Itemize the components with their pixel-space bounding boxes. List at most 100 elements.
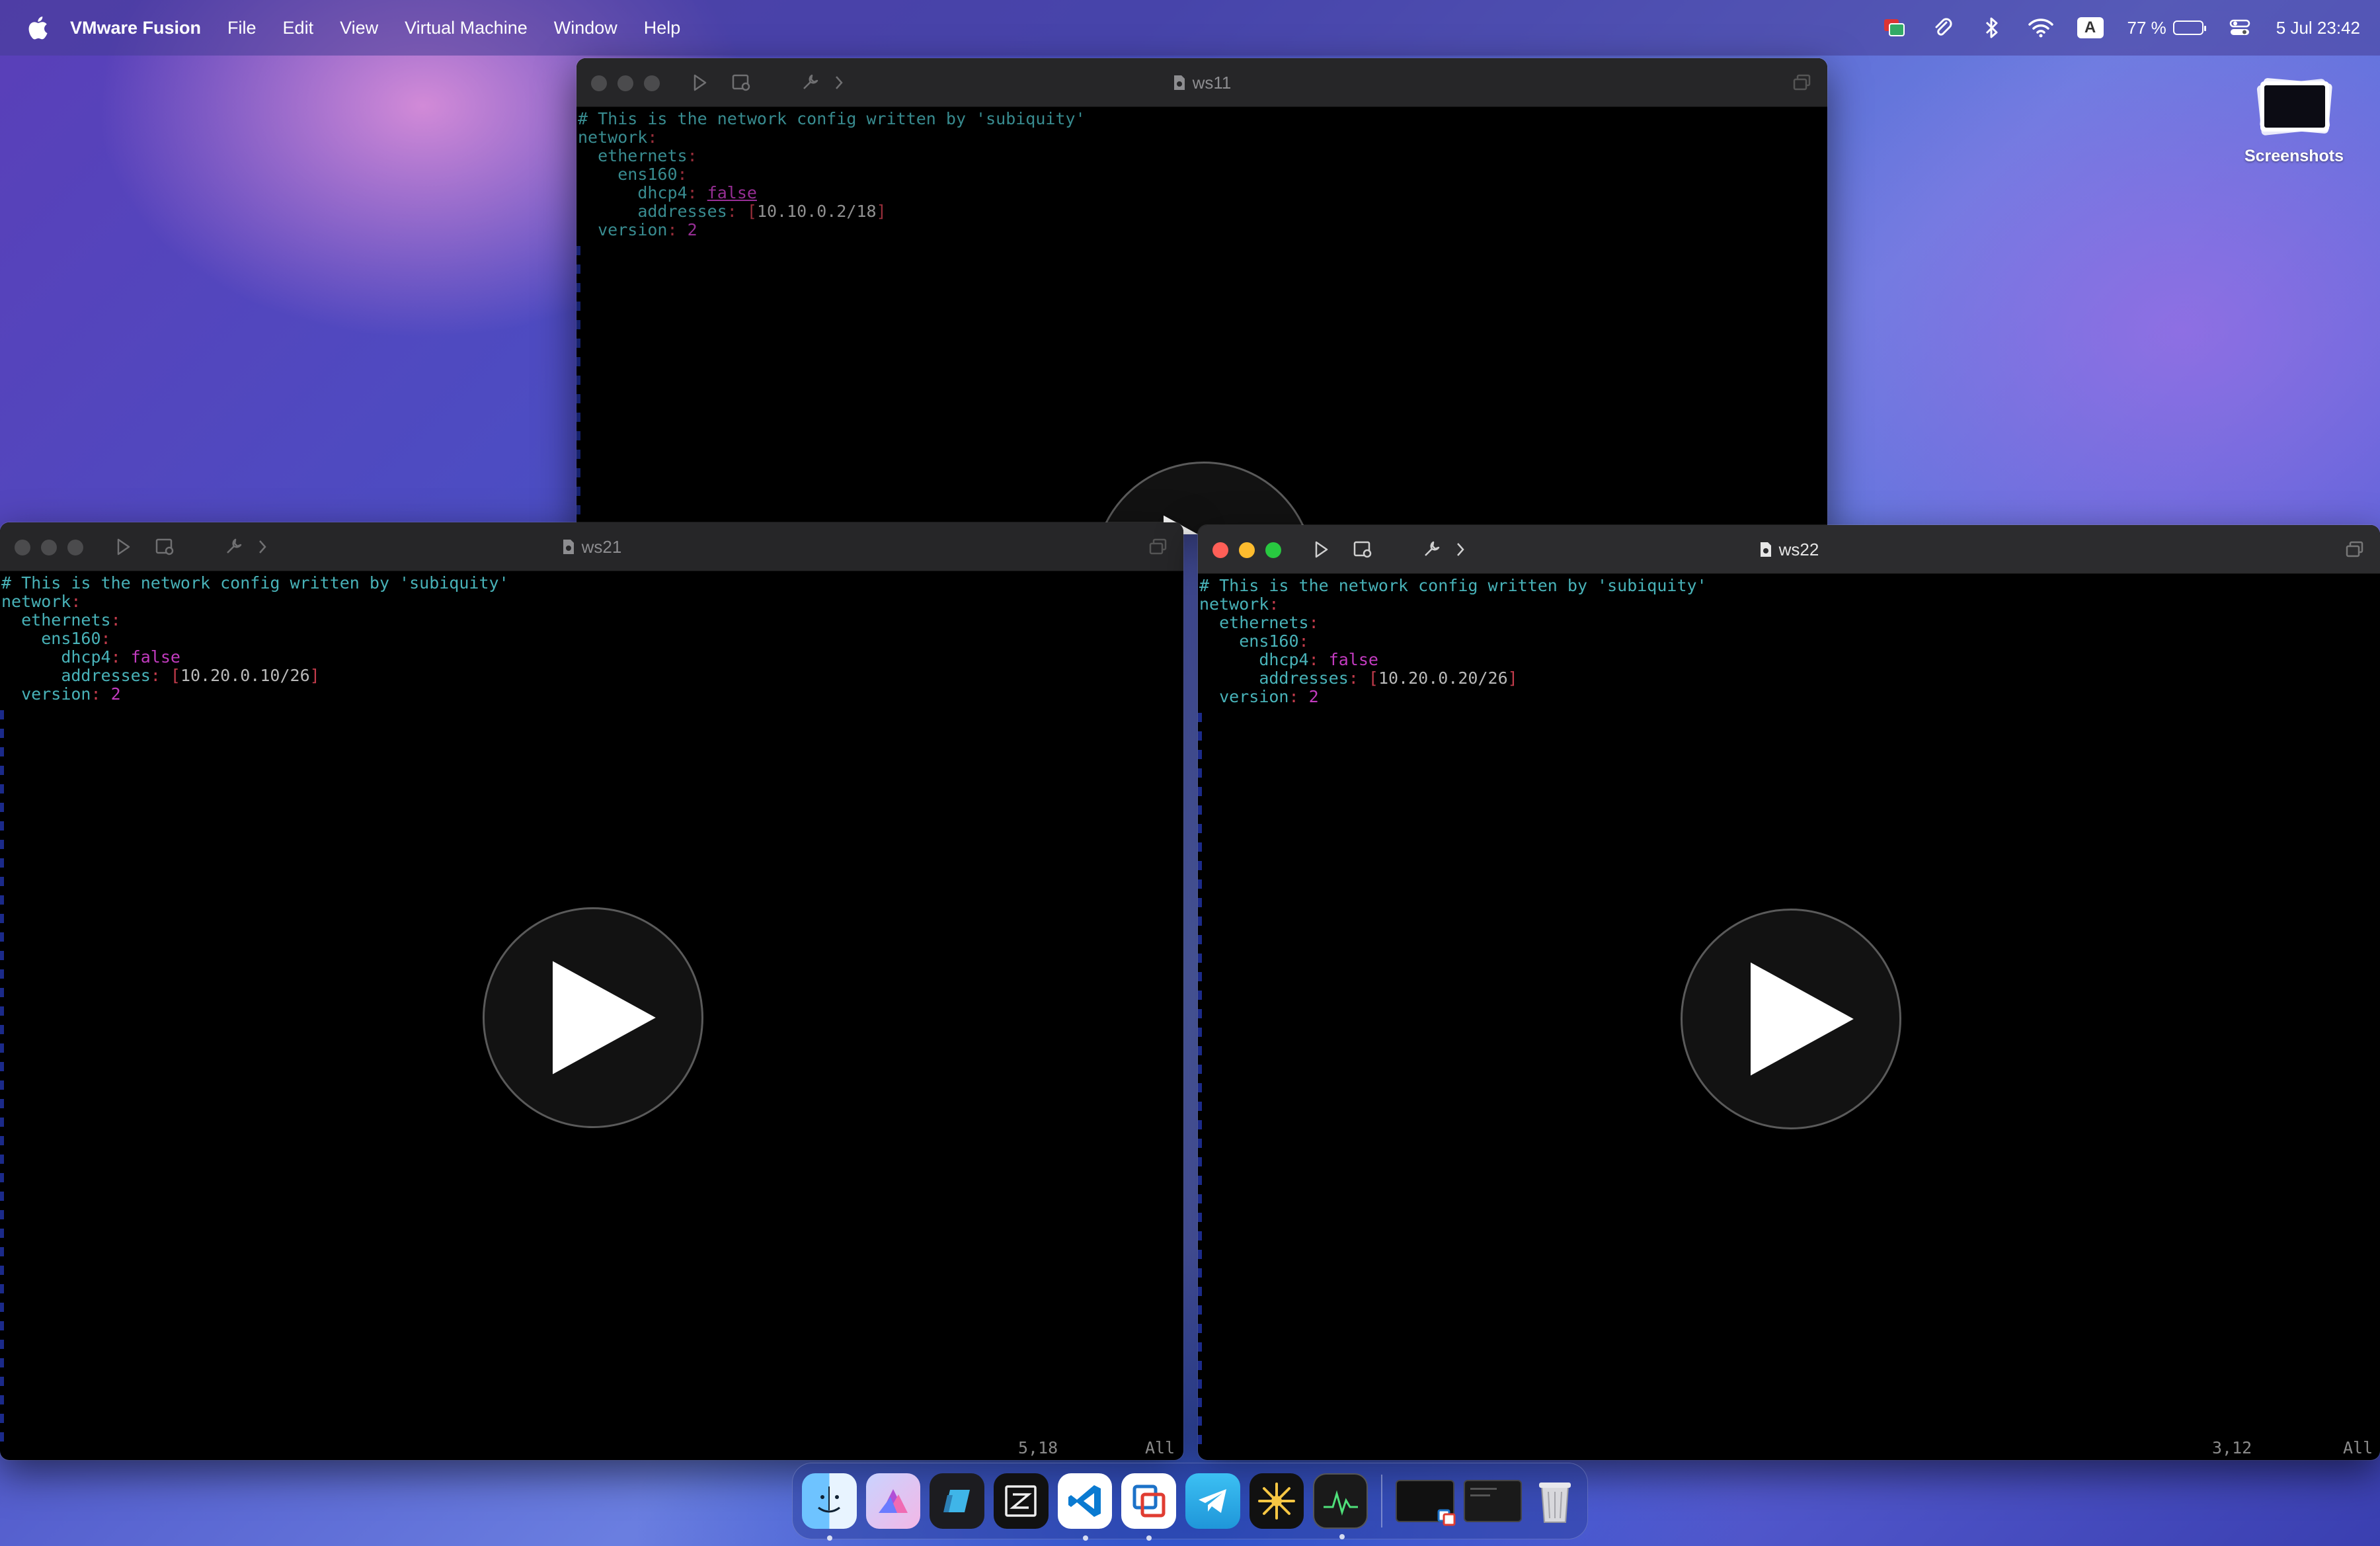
desktop-icon-label: Screenshots <box>2244 147 2344 165</box>
sparkle-icon[interactable] <box>1249 1473 1304 1529</box>
vm-window-ws11[interactable]: ws11 # This is the network config writte… <box>576 58 1827 534</box>
zoom-button[interactable] <box>644 75 660 91</box>
status-area: A 77 % 5 Jul 23:42 <box>1882 0 2360 56</box>
apple-menu-icon[interactable] <box>25 15 49 41</box>
trash-icon[interactable] <box>1531 1473 1578 1529</box>
minimize-button[interactable] <box>617 75 633 91</box>
screen-mirror-icon[interactable] <box>1882 15 1907 40</box>
affinity-icon[interactable] <box>865 1473 921 1529</box>
value-dhcp4: false <box>707 183 757 202</box>
console-line: network: <box>578 128 658 147</box>
snapshot-icon[interactable] <box>153 536 176 558</box>
resume-vm-button[interactable] <box>1681 909 1901 1129</box>
menu-window[interactable]: Window <box>554 18 617 38</box>
key-network: network <box>578 128 648 147</box>
window-controls <box>1212 542 1281 558</box>
vim-scroll-position: All <box>1145 1438 1175 1457</box>
key-ethernets: ethernets <box>21 610 111 630</box>
clock[interactable]: 5 Jul 23:42 <box>2276 18 2360 38</box>
vim-tilde-column <box>576 246 580 524</box>
zed-icon[interactable] <box>993 1473 1049 1529</box>
menu-bar: VMware Fusion File Edit View Virtual Mac… <box>0 0 2380 56</box>
vm-window-ws21[interactable]: ws21 # This is the network config writte… <box>0 522 1183 1460</box>
settings-wrench-icon[interactable] <box>799 71 821 94</box>
finder-icon[interactable] <box>802 1473 857 1541</box>
chevron-right-icon[interactable] <box>1449 538 1472 561</box>
key-addresses: addresses <box>1259 669 1349 688</box>
menu-help[interactable]: Help <box>644 18 681 38</box>
resume-vm-button[interactable] <box>483 907 703 1128</box>
console-line: addresses: [10.20.0.20/26] <box>1259 669 1518 688</box>
vmware-icon[interactable] <box>1121 1473 1176 1541</box>
key-addresses: addresses <box>61 666 151 685</box>
restore-icon[interactable] <box>2346 541 2364 558</box>
battery-icon <box>2172 20 2206 35</box>
vim-tilde-column <box>0 710 4 1444</box>
minimize-button[interactable] <box>41 540 57 555</box>
minimize-button[interactable] <box>1239 542 1255 558</box>
console-line: # This is the network config written by … <box>1199 577 2380 595</box>
chevron-right-icon[interactable] <box>828 71 850 94</box>
snapshot-icon[interactable] <box>1351 538 1374 561</box>
menu-view[interactable]: View <box>340 18 378 38</box>
close-button[interactable] <box>591 75 607 91</box>
toolbar <box>1310 538 1472 561</box>
console-line: addresses: [10.10.0.2/18] <box>637 202 887 221</box>
restore-icon[interactable] <box>1149 538 1168 555</box>
play-icon[interactable] <box>112 536 135 558</box>
key-dhcp4: dhcp4 <box>1259 650 1309 669</box>
chevron-right-icon[interactable] <box>251 536 274 558</box>
titlebar[interactable]: ws22 <box>1198 525 2380 574</box>
key-interface: ens160 <box>41 629 101 648</box>
close-button[interactable] <box>15 540 30 555</box>
bluetooth-icon[interactable] <box>1979 15 2004 40</box>
battery-status[interactable]: 77 % <box>2127 18 2206 38</box>
menu-edit[interactable]: Edit <box>283 18 314 38</box>
dock-separator <box>1380 1475 1382 1527</box>
menu-app-name[interactable]: VMware Fusion <box>70 18 201 38</box>
restore-icon[interactable] <box>1793 74 1811 91</box>
vscode-icon[interactable] <box>1057 1473 1113 1541</box>
value-dhcp4: false <box>1328 650 1378 669</box>
key-interface: ens160 <box>1239 631 1299 651</box>
value-dhcp4: false <box>130 647 180 667</box>
close-button[interactable] <box>1212 542 1228 558</box>
control-center-icon[interactable] <box>2227 15 2252 40</box>
menu-virtual-machine[interactable]: Virtual Machine <box>405 18 528 38</box>
settings-wrench-icon[interactable] <box>222 536 245 558</box>
ws-thumb-1[interactable] <box>1395 1480 1456 1526</box>
play-icon <box>553 961 656 1075</box>
settings-wrench-icon[interactable] <box>1420 538 1443 561</box>
console-line: ethernets: <box>1219 613 1319 632</box>
vim-tilde-column <box>1198 713 1202 1447</box>
snapshot-icon[interactable] <box>730 71 752 94</box>
play-icon[interactable] <box>689 71 711 94</box>
input-source-badge[interactable]: A <box>2077 17 2104 38</box>
value-version: 2 <box>687 220 697 239</box>
paperclip-icon[interactable] <box>1930 15 1956 40</box>
vm-window-ws22[interactable]: ws22 # This is the network config writte… <box>1198 525 2380 1460</box>
titlebar[interactable]: ws21 <box>0 522 1183 571</box>
vm-document-icon <box>563 540 574 554</box>
zoom-button[interactable] <box>67 540 83 555</box>
wifi-icon[interactable] <box>2028 15 2053 40</box>
files-icon[interactable] <box>930 1473 984 1529</box>
console-line: version: 2 <box>1219 687 1319 706</box>
key-network: network <box>1 592 71 611</box>
config-comment: # This is the network config written by … <box>1199 576 1707 595</box>
menu-file[interactable]: File <box>227 18 257 38</box>
console-line: # This is the network config written by … <box>1 574 1183 592</box>
console-line: addresses: [10.20.0.10/26] <box>61 666 320 685</box>
titlebar[interactable]: ws11 <box>576 58 1827 107</box>
console-line: version: 2 <box>598 220 697 239</box>
desktop-folder-screenshots[interactable]: Screenshots <box>2235 77 2354 166</box>
config-comment: # This is the network config written by … <box>1 573 509 592</box>
play-icon[interactable] <box>1310 538 1333 561</box>
value-version: 2 <box>1308 687 1319 706</box>
telegram-icon[interactable] <box>1185 1473 1240 1529</box>
console-line: ethernets: <box>21 610 121 630</box>
activity-monitor-icon[interactable] <box>1313 1473 1368 1539</box>
ws-thumb-2[interactable] <box>1463 1480 1523 1522</box>
zoom-button[interactable] <box>1265 542 1281 558</box>
console-line: network: <box>1199 594 1279 614</box>
